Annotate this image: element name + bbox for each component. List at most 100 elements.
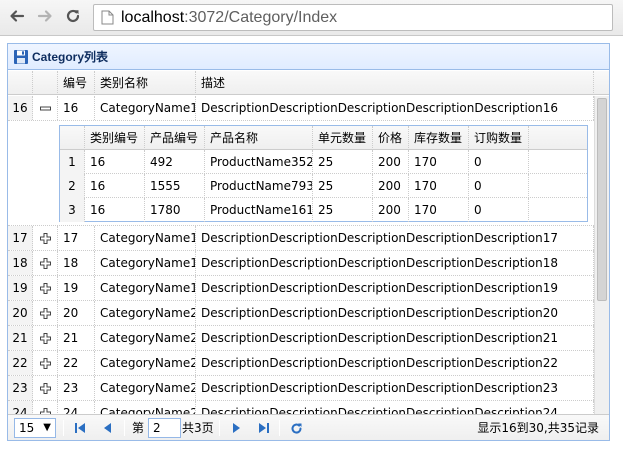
row-number: 23 <box>8 376 33 400</box>
next-page-button[interactable] <box>228 420 244 436</box>
sub-header-product-name[interactable]: 产品名称 <box>205 126 313 150</box>
row-detail: 类别编号 产品编号 产品名称 单元数量 价格 库存数量 订购数量 1 16 49… <box>8 121 594 226</box>
sub-cell-price: 200 <box>373 198 409 222</box>
plus-icon <box>39 332 51 344</box>
cell-name: CategoryName19 <box>95 276 196 300</box>
pagination-bar: 15 ▼ 第 2 共3页 显示16到30,共35记录 <box>8 414 609 440</box>
pager-info: 显示16到30,共35记录 <box>477 421 599 435</box>
sub-header-order[interactable]: 订购数量 <box>469 126 529 150</box>
plus-icon <box>39 257 51 269</box>
sub-cell-stock: 170 <box>409 198 469 222</box>
expand-button[interactable] <box>33 251 58 275</box>
cell-name: CategoryName20 <box>95 301 196 325</box>
page-label-prefix: 第 <box>132 421 145 435</box>
expand-button[interactable] <box>33 301 58 325</box>
sub-cell-product-name: ProductName1614 <box>205 198 313 222</box>
page-size-value: 15 <box>19 421 35 435</box>
expand-button[interactable] <box>33 401 58 414</box>
table-row[interactable]: 20 20 CategoryName20 DescriptionDescript… <box>8 301 594 326</box>
back-button[interactable] <box>6 5 28 27</box>
cell-name: CategoryName16 <box>95 96 196 120</box>
next-page-icon <box>233 423 240 433</box>
first-page-button[interactable] <box>72 420 88 436</box>
sub-header-price[interactable]: 价格 <box>373 126 409 150</box>
sub-header-category-id[interactable]: 类别编号 <box>85 126 145 150</box>
table-row[interactable]: 18 18 CategoryName18 DescriptionDescript… <box>8 251 594 276</box>
minus-icon <box>39 106 51 110</box>
scrollbar-thumb[interactable] <box>597 98 607 301</box>
cell-description: DescriptionDescriptionDescriptionDescrip… <box>196 401 594 414</box>
cell-description: DescriptionDescriptionDescriptionDescrip… <box>196 326 594 350</box>
reload-icon <box>66 9 80 23</box>
sub-cell-price: 200 <box>373 174 409 198</box>
table-row[interactable]: 19 19 CategoryName19 DescriptionDescript… <box>8 276 594 301</box>
cell-id: 20 <box>58 301 95 325</box>
row-number: 21 <box>8 326 33 350</box>
cell-name: CategoryName17 <box>95 226 196 250</box>
plus-icon <box>39 357 51 369</box>
cell-id: 17 <box>58 226 95 250</box>
sub-cell-product-name: ProductName3529 <box>205 150 313 174</box>
panel-title: Category列表 <box>32 50 109 64</box>
sub-cell-product-id: 492 <box>145 150 205 174</box>
plus-icon <box>39 232 51 244</box>
sub-cell-category-id: 16 <box>85 150 145 174</box>
prev-page-button[interactable] <box>100 420 116 436</box>
row-number: 22 <box>8 351 33 375</box>
url-path: :3072/Category/Index <box>184 9 338 26</box>
cell-name: CategoryName22 <box>95 351 196 375</box>
grid-body: 16 16 CategoryName16 DescriptionDescript… <box>8 96 594 414</box>
cell-id: 18 <box>58 251 95 275</box>
expander-header <box>33 71 58 95</box>
expand-button[interactable] <box>33 376 58 400</box>
save-disk-icon <box>14 49 28 64</box>
pager-separator <box>219 420 220 436</box>
sub-header-unit-quantity[interactable]: 单元数量 <box>313 126 373 150</box>
expand-button[interactable] <box>33 351 58 375</box>
plus-icon <box>39 307 51 319</box>
sub-cell-category-id: 16 <box>85 174 145 198</box>
expand-button[interactable] <box>33 276 58 300</box>
cell-description: DescriptionDescriptionDescriptionDescrip… <box>196 96 594 120</box>
subgrid-header: 类别编号 产品编号 产品名称 单元数量 价格 库存数量 订购数量 <box>60 126 587 150</box>
forward-arrow-icon <box>37 10 52 22</box>
sub-header-product-id[interactable]: 产品编号 <box>145 126 205 150</box>
page-number-input[interactable]: 2 <box>148 418 181 438</box>
row-number: 16 <box>8 96 33 120</box>
expand-button[interactable] <box>33 226 58 250</box>
category-panel: Category列表 编号 类别名称 描述 16 16 CategoryName… <box>7 43 610 441</box>
table-row[interactable]: 22 22 CategoryName22 DescriptionDescript… <box>8 351 594 376</box>
last-page-icon <box>259 423 269 433</box>
column-header-description[interactable]: 描述 <box>196 71 594 95</box>
table-row[interactable]: 23 23 CategoryName23 DescriptionDescript… <box>8 376 594 401</box>
url-text: localhost:3072/Category/Index <box>121 5 337 30</box>
pager-separator <box>124 420 125 436</box>
collapse-button[interactable] <box>33 96 58 120</box>
vertical-scrollbar[interactable] <box>594 96 609 414</box>
cell-id: 22 <box>58 351 95 375</box>
sub-cell-price: 200 <box>373 150 409 174</box>
page-icon <box>101 10 114 25</box>
subgrid-row[interactable]: 1 16 492 ProductName3529 25 200 170 0 <box>60 150 587 174</box>
table-row[interactable]: 24 24 CategoryName24 DescriptionDescript… <box>8 401 594 414</box>
expand-button[interactable] <box>33 326 58 350</box>
refresh-button[interactable] <box>288 420 304 436</box>
address-bar[interactable]: localhost:3072/Category/Index <box>93 4 613 31</box>
forward-button[interactable] <box>34 5 56 27</box>
sub-row-number: 2 <box>60 174 85 198</box>
page-count-label: 共3页 <box>182 421 214 435</box>
subgrid-row[interactable]: 2 16 1555 ProductName7934 25 200 170 0 <box>60 174 587 198</box>
page-size-select[interactable]: 15 ▼ <box>14 418 56 438</box>
table-row[interactable]: 16 16 CategoryName16 DescriptionDescript… <box>8 96 594 121</box>
table-row[interactable]: 21 21 CategoryName21 DescriptionDescript… <box>8 326 594 351</box>
sub-header-stock[interactable]: 库存数量 <box>409 126 469 150</box>
cell-description: DescriptionDescriptionDescriptionDescrip… <box>196 251 594 275</box>
last-page-button[interactable] <box>256 420 272 436</box>
reload-button[interactable] <box>62 5 84 27</box>
column-header-name[interactable]: 类别名称 <box>95 71 196 95</box>
subgrid-row[interactable]: 3 16 1780 ProductName1614 25 200 170 0 <box>60 198 587 222</box>
table-row[interactable]: 17 17 CategoryName17 DescriptionDescript… <box>8 226 594 251</box>
plus-icon <box>39 282 51 294</box>
cell-name: CategoryName18 <box>95 251 196 275</box>
column-header-id[interactable]: 编号 <box>58 71 95 95</box>
